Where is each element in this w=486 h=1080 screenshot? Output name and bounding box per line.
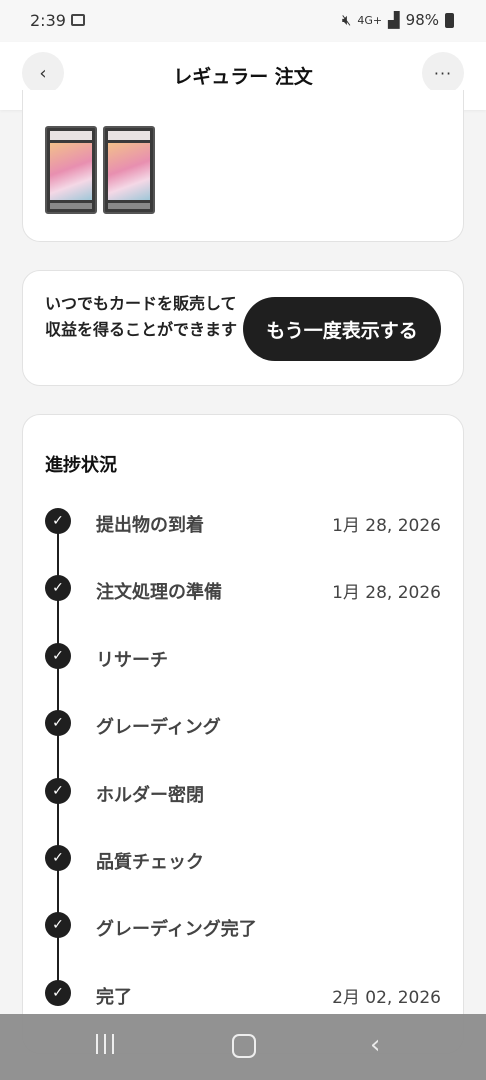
- progress-step: ✓ ホルダー密閉: [0, 778, 486, 808]
- step-label: 完了: [96, 987, 132, 1008]
- step-label: グレーディング: [96, 717, 221, 738]
- check-icon: ✓: [45, 912, 71, 938]
- card-thumbnail-2[interactable]: [103, 126, 155, 214]
- step-label: 品質チェック: [96, 852, 204, 873]
- step-label: リサーチ: [96, 650, 168, 671]
- progress-step: ✓ 提出物の到着 1月 28, 2026: [0, 508, 486, 538]
- system-nav-bar: ‹: [0, 1014, 486, 1080]
- more-icon: ···: [433, 63, 453, 83]
- back-nav-icon[interactable]: ‹: [370, 1030, 380, 1060]
- submitted-cards-panel: [22, 90, 464, 242]
- step-label: グレーディング完了: [96, 919, 257, 940]
- check-icon: ✓: [45, 575, 71, 601]
- step-label: ホルダー密閉: [96, 785, 204, 806]
- step-date: 1月 28, 2026: [332, 516, 441, 536]
- sell-card-panel: いつでもカードを販売して収益を得ることができます もう一度表示する: [22, 270, 464, 386]
- progress-step: ✓ グレーディング完了: [0, 912, 486, 942]
- progress-step: ✓ 注文処理の準備 1月 28, 2026: [0, 575, 486, 605]
- progress-step: ✓ 完了 2月 02, 2026: [0, 980, 486, 1010]
- page-title: レギュラー 注文: [173, 66, 313, 88]
- status-icons: 🔇︎ 4G+ ▟ 98%: [342, 11, 454, 29]
- sell-message: いつでもカードを販売して収益を得ることができます: [45, 294, 238, 339]
- check-icon: ✓: [45, 508, 71, 534]
- show-again-button[interactable]: もう一度表示する: [243, 297, 441, 361]
- card-thumbnails: [45, 126, 155, 214]
- recent-apps-icon[interactable]: [96, 1034, 118, 1054]
- check-icon: ✓: [45, 643, 71, 669]
- step-label: 注文処理の準備: [96, 582, 222, 603]
- check-icon: ✓: [45, 980, 71, 1006]
- check-icon: ✓: [45, 710, 71, 736]
- progress-step: ✓ リサーチ: [0, 643, 486, 673]
- step-label: 提出物の到着: [96, 515, 204, 536]
- more-options-button[interactable]: ···: [422, 52, 464, 94]
- progress-title: 進捗状況: [45, 455, 117, 476]
- card-thumbnail-1[interactable]: [45, 126, 97, 214]
- step-date: 2月 02, 2026: [332, 988, 441, 1008]
- status-time: 2:39: [30, 11, 66, 30]
- check-icon: ✓: [45, 845, 71, 871]
- mute-icon: 🔇︎: [341, 11, 352, 29]
- progress-step: ✓ グレーディング: [0, 710, 486, 740]
- status-bar: 2:39 🔇︎ 4G+ ▟ 98%: [0, 0, 486, 42]
- step-date: 1月 28, 2026: [332, 583, 441, 603]
- battery-percent: 98%: [405, 11, 439, 29]
- home-icon[interactable]: [232, 1034, 256, 1058]
- signal-icon: ▟: [388, 11, 400, 29]
- progress-step: ✓ 品質チェック: [0, 845, 486, 875]
- gallery-icon: [71, 14, 85, 26]
- check-icon: ✓: [45, 778, 71, 804]
- battery-icon: [445, 12, 454, 28]
- network-type: 4G+: [357, 13, 383, 27]
